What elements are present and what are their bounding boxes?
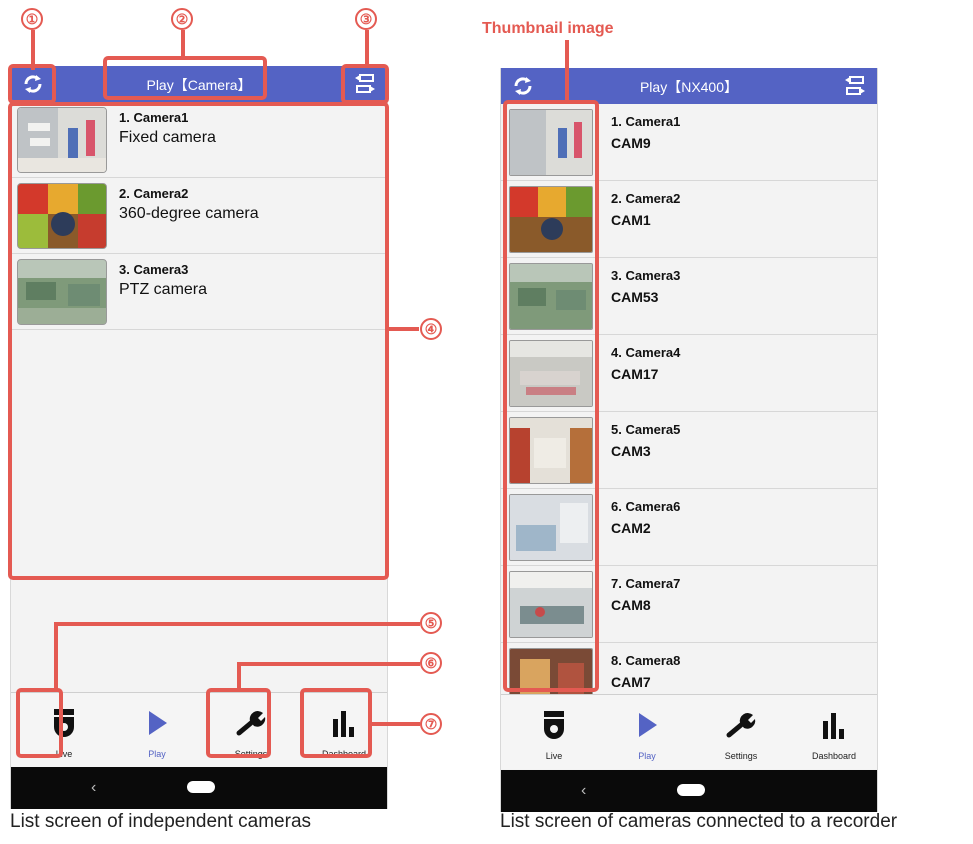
callout-number-3: ③: [355, 8, 377, 30]
home-button[interactable]: [187, 781, 215, 793]
caption-left: List screen of independent cameras: [10, 811, 312, 832]
callout-line: [365, 30, 369, 68]
play-icon: [639, 713, 657, 737]
back-icon[interactable]: ‹: [581, 782, 586, 800]
camera-id: CAM1: [611, 212, 651, 228]
camera-name: 1. Camera1: [611, 114, 681, 129]
camera-id: CAM9: [611, 135, 651, 151]
camera-dome-icon: [544, 711, 564, 739]
callout-box-refresh: [8, 64, 56, 104]
camera-id: CAM17: [611, 366, 659, 382]
camera-id: CAM3: [611, 443, 651, 459]
camera-name: 4. Camera4: [611, 345, 681, 360]
app-bar: Play【NX400】: [501, 68, 877, 104]
caption-right: List screen of cameras connected to a re…: [500, 811, 898, 832]
nav-label: Dashboard: [811, 751, 857, 761]
system-navigation-bar: ‹: [11, 767, 387, 809]
page-title: Play【NX400】: [639, 79, 739, 95]
nav-play[interactable]: Play: [602, 695, 692, 770]
callout-number-5: ⑤: [420, 612, 442, 634]
bottom-navigation: Live Play Settings Dashboard: [501, 694, 877, 769]
wrench-icon: [726, 713, 756, 738]
bar-chart-icon: [823, 713, 844, 739]
system-navigation-bar: ‹: [501, 770, 877, 812]
camera-id: CAM8: [611, 597, 651, 613]
play-icon: [149, 711, 167, 735]
camera-name: 7. Camera7: [611, 576, 681, 591]
home-button[interactable]: [677, 784, 705, 796]
callout-line: [237, 662, 241, 690]
switch-button[interactable]: [841, 72, 869, 100]
callout-number-7: ⑦: [420, 713, 442, 735]
nav-label: Settings: [724, 751, 758, 761]
camera-name: 2. Camera2: [611, 191, 681, 206]
camera-id: CAM7: [611, 674, 651, 690]
callout-line: [181, 30, 185, 58]
camera-name: 6. Camera6: [611, 499, 681, 514]
nav-label: Play: [638, 751, 656, 761]
back-icon[interactable]: ‹: [91, 779, 96, 797]
camera-id: CAM53: [611, 289, 659, 305]
callout-number-2: ②: [171, 8, 193, 30]
nav-settings[interactable]: Settings: [696, 695, 786, 770]
callout-box-switch: [341, 64, 389, 104]
callout-number-6: ⑥: [420, 652, 442, 674]
nav-label: Live: [545, 751, 563, 761]
callout-box-settings: [206, 688, 271, 758]
nav-play[interactable]: Play: [112, 693, 202, 768]
thumbnail-image-label: Thumbnail image: [482, 20, 614, 37]
callout-line: [389, 327, 419, 331]
nav-dashboard[interactable]: Dashboard: [789, 695, 877, 770]
callout-box-live: [16, 688, 63, 758]
callout-number-4: ④: [420, 318, 442, 340]
callout-line: [54, 622, 420, 626]
camera-name: 3. Camera3: [611, 268, 681, 283]
callout-line: [54, 622, 58, 690]
camera-id: CAM2: [611, 520, 651, 536]
callout-box-camera-list: [8, 102, 389, 580]
callout-line: [370, 722, 420, 726]
callout-box-title: [103, 56, 267, 100]
nav-live[interactable]: Live: [509, 695, 599, 770]
callout-box-thumbnails: [503, 100, 599, 692]
camera-name: 8. Camera8: [611, 653, 681, 668]
callout-line: [237, 662, 420, 666]
camera-name: 5. Camera5: [611, 422, 681, 437]
callout-line: [565, 40, 569, 100]
nav-label: Play: [148, 749, 166, 759]
switch-icon: [845, 76, 865, 95]
callout-box-dashboard: [300, 688, 372, 758]
callout-number-1: ①: [21, 8, 43, 30]
